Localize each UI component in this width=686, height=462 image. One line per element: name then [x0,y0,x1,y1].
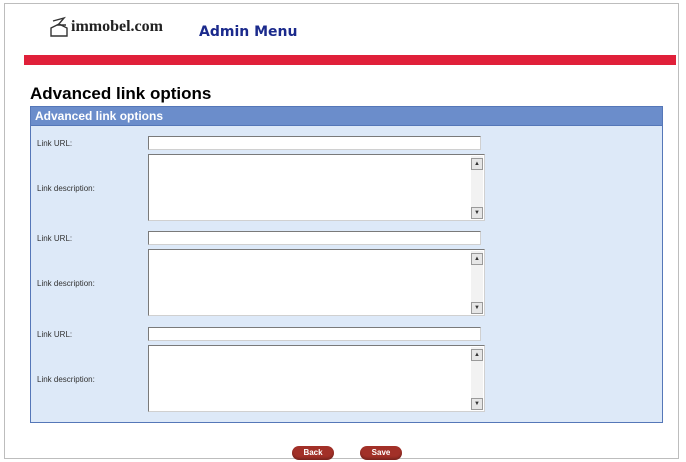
scroll-down-arrow-icon[interactable]: ▼ [471,398,483,410]
link-description-textarea[interactable]: ▲ ▼ [148,345,485,412]
link-url-input[interactable] [148,136,481,150]
page-title: Advanced link options [30,84,212,103]
back-button[interactable]: Back [292,446,334,460]
save-button[interactable]: Save [360,446,402,460]
link-description-textarea[interactable]: ▲ ▼ [148,249,485,316]
link-description-label: Link description: [37,279,95,288]
scroll-down-arrow-icon[interactable]: ▼ [471,302,483,314]
header-divider-bar [24,55,676,65]
scroll-up-arrow-icon[interactable]: ▲ [471,253,483,265]
textarea-scrollbar[interactable]: ▲ ▼ [471,156,483,219]
scroll-up-arrow-icon[interactable]: ▲ [471,349,483,361]
textarea-scrollbar[interactable]: ▲ ▼ [471,251,483,314]
admin-menu-title: Admin Menu [199,24,298,40]
scroll-down-arrow-icon[interactable]: ▼ [471,207,483,219]
house-logo-icon [50,16,68,37]
link-options-panel: Advanced link options Link URL: Link des… [30,106,663,423]
panel-header: Advanced link options [31,107,662,126]
link-url-label: Link URL: [37,234,73,243]
site-logo[interactable]: immobel.com [49,14,163,40]
logo-text: immobel.com [71,18,163,35]
link-url-label: Link URL: [37,139,73,148]
scroll-up-arrow-icon[interactable]: ▲ [471,158,483,170]
link-url-input[interactable] [148,231,481,245]
textarea-scrollbar[interactable]: ▲ ▼ [471,347,483,410]
link-url-label: Link URL: [37,330,73,339]
link-description-textarea[interactable]: ▲ ▼ [148,154,485,221]
link-description-label: Link description: [37,375,95,384]
link-url-input[interactable] [148,327,481,341]
link-description-label: Link description: [37,184,95,193]
